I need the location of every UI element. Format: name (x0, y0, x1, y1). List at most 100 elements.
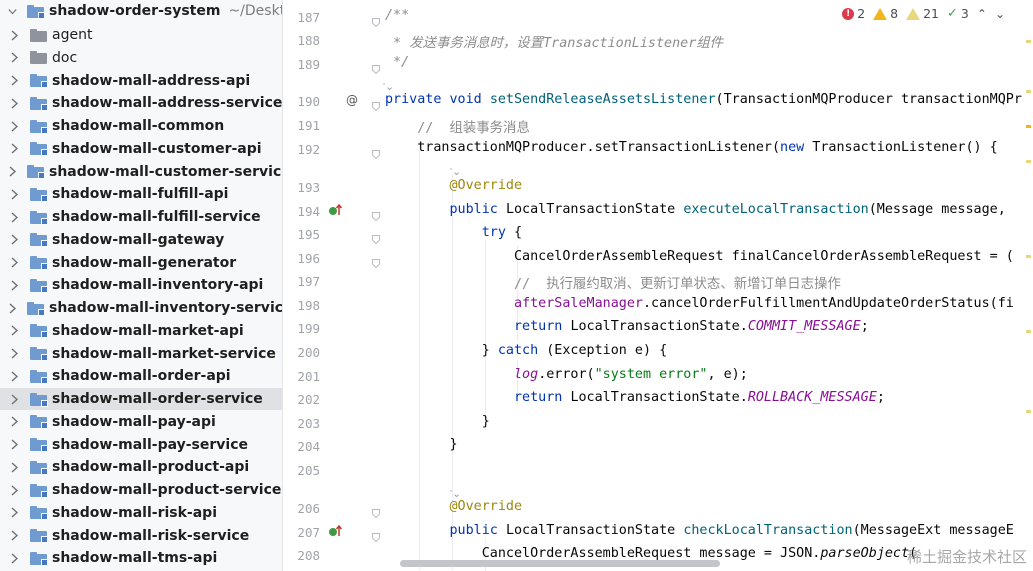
tree-item[interactable]: shadow-mall-pay-service (0, 433, 282, 456)
tree-item[interactable]: shadow-mall-order-service (0, 387, 282, 411)
scrollbar-warning-mark[interactable] (1026, 330, 1031, 333)
tree-item[interactable]: shadow-mall-fulfill-api (0, 183, 282, 206)
tree-item[interactable]: shadow-mall-fulfill-service (0, 206, 282, 229)
code-line[interactable]: // 执行履约取消、更新订单状态、新增订单日志操作 (385, 272, 841, 292)
tree-item[interactable]: shadow-mall-risk-service (0, 524, 282, 547)
implements-method-icon[interactable] (328, 203, 343, 220)
chevron-right-icon[interactable] (8, 462, 20, 473)
tree-item[interactable]: shadow-mall-customer-api (0, 138, 282, 161)
module-folder-icon (30, 551, 48, 566)
chevron-right-icon[interactable] (8, 98, 20, 109)
chevron-up-icon[interactable]: ⌃ (977, 7, 987, 21)
scrollbar-warning-mark[interactable] (1026, 90, 1031, 93)
tree-item[interactable]: shadow-mall-address-service (0, 92, 283, 115)
chevron-right-icon[interactable] (8, 303, 17, 314)
inlay-hint-icon[interactable]: ᡃ⌄ (452, 160, 461, 179)
code-line[interactable]: @Override (385, 178, 522, 193)
chevron-right-icon[interactable] (8, 530, 20, 541)
implements-method-icon[interactable] (328, 524, 343, 541)
chevron-right-icon[interactable] (8, 52, 20, 63)
chevron-right-icon[interactable] (8, 121, 20, 132)
tree-item[interactable]: agent (0, 24, 282, 47)
chevron-right-icon[interactable] (8, 485, 20, 496)
tree-item[interactable]: shadow-mall-address-api (0, 69, 282, 92)
tree-item[interactable]: shadow-mall-gateway (0, 229, 282, 252)
code-editor[interactable]: /** * 发送事务消息时，设置TransactionListener组件 */… (379, 0, 1033, 571)
tree-item[interactable]: shadow-mall-product-service (0, 479, 282, 502)
chevron-right-icon[interactable] (8, 394, 20, 405)
tree-item[interactable]: shadow-mall-inventory-api (0, 274, 282, 297)
scrollbar-warning-mark[interactable] (1026, 125, 1031, 128)
chevron-right-icon[interactable] (8, 325, 20, 336)
chevron-right-icon[interactable] (8, 143, 20, 154)
code-line[interactable]: */ (385, 55, 409, 70)
errors-indicator[interactable]: ! 2 (842, 6, 865, 21)
module-folder-icon (30, 392, 48, 407)
tree-item[interactable]: shadow-mall-risk-api (0, 502, 282, 525)
code-line[interactable]: log.error("system error", e); (385, 367, 748, 382)
module-folder-icon (30, 347, 48, 362)
code-line[interactable]: } (385, 437, 457, 452)
chevron-right-icon[interactable] (8, 30, 20, 41)
code-line[interactable]: private void setSendReleaseAssetsListene… (385, 92, 1022, 107)
scrollbar-warning-mark[interactable] (1026, 40, 1031, 43)
code-line[interactable]: // 组装事务消息 (385, 116, 530, 136)
tree-item[interactable]: shadow-mall-order-api (0, 365, 282, 388)
tree-item[interactable]: shadow-mall-common (0, 115, 282, 138)
code-line[interactable]: try { (385, 225, 522, 240)
chevron-right-icon[interactable] (8, 280, 20, 291)
chevron-right-icon[interactable] (8, 189, 20, 200)
warnings-indicator[interactable]: 8 (873, 6, 898, 21)
tree-item[interactable]: shadow-mall-tms-api (0, 547, 282, 570)
code-line[interactable]: * 发送事务消息时，设置TransactionListener组件 (385, 31, 723, 51)
code-line[interactable]: CancelOrderAssembleRequest finalCancelOr… (385, 249, 1014, 264)
chevron-right-icon[interactable] (8, 166, 17, 177)
tree-item[interactable]: shadow-mall-product-api (0, 456, 282, 479)
errors-count: 2 (857, 6, 866, 21)
code-line[interactable]: /** (385, 8, 409, 23)
horizontal-scrollbar[interactable] (400, 560, 720, 567)
weak-warnings-indicator[interactable]: 21 (906, 6, 939, 21)
typos-indicator[interactable]: ✓ 3 (947, 6, 969, 21)
inlay-hint-icon[interactable]: ᡃ⌄ (385, 75, 394, 94)
editor-gutter: 187 188 189 190 191 192 193 194 195 196 197 198 199 2… (284, 0, 380, 571)
code-line[interactable]: } catch (Exception e) { (385, 343, 667, 358)
tree-item[interactable]: shadow-mall-generator (0, 251, 282, 274)
tree-item[interactable]: shadow-mall-market-api (0, 320, 282, 343)
override-marker-icon[interactable]: @ (346, 93, 358, 107)
code-line[interactable]: afterSaleManager.cancelOrderFulfillmentA… (385, 296, 1014, 311)
chevron-down-icon[interactable]: ⌄ (995, 7, 1005, 21)
code-line[interactable]: } (385, 414, 490, 429)
code-line[interactable]: public LocalTransactionState executeLoca… (385, 202, 1005, 217)
chevron-right-icon[interactable] (8, 348, 20, 359)
code-line[interactable]: return LocalTransactionState.COMMIT_MESS… (385, 319, 869, 334)
chevron-right-icon[interactable] (8, 439, 20, 450)
code-line[interactable]: transactionMQProducer.setTransactionList… (385, 140, 997, 155)
chevron-down-icon[interactable] (8, 6, 17, 17)
chevron-right-icon[interactable] (8, 507, 20, 518)
tree-item[interactable]: doc (0, 47, 282, 70)
tree-item-label: shadow-mall-customer-service (49, 163, 283, 180)
tree-item[interactable]: shadow-mall-customer-service (0, 160, 283, 183)
inspection-widget[interactable]: ! 2 8 21 ✓ 3 ⌃ ⌄ (838, 6, 1009, 21)
code-line[interactable]: @Override (385, 499, 522, 514)
chevron-right-icon[interactable] (8, 75, 20, 86)
tree-item[interactable]: shadow-mall-market-service (0, 342, 282, 365)
tree-item-label: shadow-mall-address-service (52, 95, 283, 112)
chevron-right-icon[interactable] (8, 234, 20, 245)
code-line[interactable]: CancelOrderAssembleRequest message = JSO… (385, 546, 917, 561)
tree-item[interactable]: shadow-mall-inventory-service (0, 297, 282, 320)
chevron-right-icon[interactable] (8, 212, 20, 223)
scrollbar-warning-mark[interactable] (1026, 160, 1031, 163)
chevron-right-icon[interactable] (8, 553, 20, 564)
tree-item[interactable]: shadow-mall-pay-api (0, 411, 282, 434)
chevron-right-icon[interactable] (8, 371, 20, 382)
inlay-hint-icon[interactable]: ᡃ⌄ (452, 482, 461, 501)
chevron-right-icon[interactable] (8, 416, 20, 427)
code-line[interactable]: return LocalTransactionState.ROLLBACK_ME… (385, 390, 885, 405)
scrollbar-warning-mark[interactable] (1026, 410, 1031, 413)
scrollbar-warning-mark[interactable] (1026, 255, 1031, 258)
project-root-row[interactable]: shadow-order-system ~/Desktop (0, 0, 282, 23)
code-line[interactable]: public LocalTransactionState checkLocalT… (385, 523, 1013, 538)
chevron-right-icon[interactable] (8, 257, 20, 268)
